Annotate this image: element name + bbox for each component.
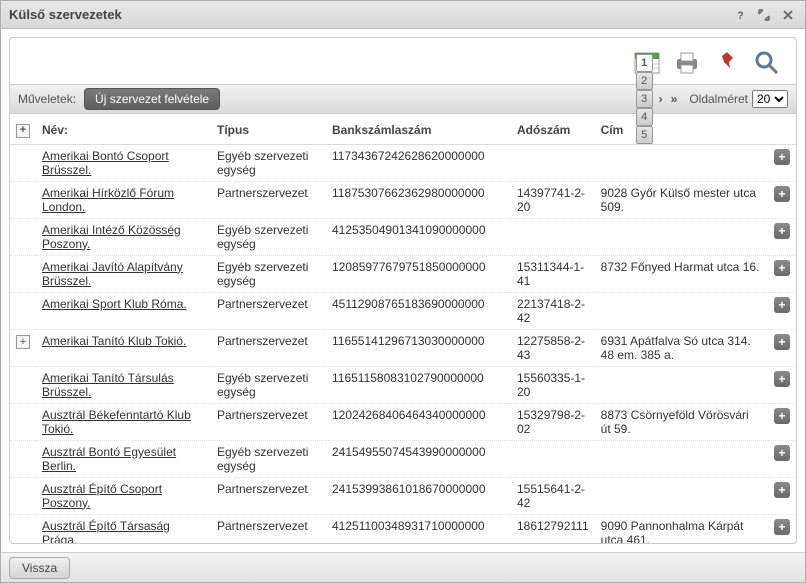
org-type: Partnerszervezet: [211, 292, 326, 329]
org-type: Partnerszervezet: [211, 181, 326, 218]
col-header-bank[interactable]: Bankszámlaszám: [326, 114, 511, 144]
row-action-add-icon[interactable]: +: [774, 297, 790, 313]
org-addr: [595, 144, 768, 181]
org-name-link[interactable]: Amerikai Javító Alapítvány Brüsszel.: [36, 255, 211, 292]
org-bank: 24154955074543990000000: [326, 440, 511, 477]
table-row: + Amerikai Tanító Klub Tokió.Partnerszerv…: [10, 329, 796, 366]
org-bank: 12024268406464340000000: [326, 403, 511, 440]
table-row: Ausztrál Bontó Egyesület Berlin.Egyéb sz…: [10, 440, 796, 477]
row-action-add-icon[interactable]: +: [774, 223, 790, 239]
org-tax: 18612792111: [511, 514, 595, 543]
table-row: Amerikai Hírközlő Fórum London.Partnersz…: [10, 181, 796, 218]
org-addr: [595, 218, 768, 255]
org-name-link[interactable]: Ausztrál Építő Társaság Prága.: [36, 514, 211, 543]
operations-label: Műveletek:: [18, 92, 76, 106]
org-bank: 11734367242628620000000: [326, 144, 511, 181]
table-row: Ausztrál Építő Csoport Poszony.Partnersz…: [10, 477, 796, 514]
row-action-add-icon[interactable]: +: [774, 408, 790, 424]
col-header-type[interactable]: Típus: [211, 114, 326, 144]
org-tax: 15560335-1-20: [511, 366, 595, 403]
pager-last-icon[interactable]: »: [669, 92, 680, 106]
pagesize-select[interactable]: 20: [752, 90, 788, 108]
org-type: Partnerszervezet: [211, 477, 326, 514]
org-tax: 15329798-2-02: [511, 403, 595, 440]
org-name-link[interactable]: Ausztrál Építő Csoport Poszony.: [36, 477, 211, 514]
pager-page-2[interactable]: 2: [636, 72, 653, 90]
pager-page-1[interactable]: 1: [636, 54, 653, 72]
row-action-add-icon[interactable]: +: [774, 149, 790, 165]
org-bank: 41253504901341090000000: [326, 218, 511, 255]
org-type: Partnerszervezet: [211, 514, 326, 543]
org-bank: 12085977679751850000000: [326, 255, 511, 292]
org-name-link[interactable]: Amerikai Tanító Klub Tokió.: [36, 329, 211, 366]
table-row: Amerikai Tanító Társulás Brüsszel.Egyéb …: [10, 366, 796, 403]
table-row: Ausztrál Békefenntartó Klub Tokió.Partne…: [10, 403, 796, 440]
org-addr: 8732 Főnyed Harmat utca 16.: [595, 255, 768, 292]
org-tax: 22137418-2-42: [511, 292, 595, 329]
pager-next-icon[interactable]: ›: [657, 92, 665, 106]
row-action-add-icon[interactable]: +: [774, 371, 790, 387]
expand-row-icon[interactable]: +: [16, 335, 30, 349]
row-action-add-icon[interactable]: +: [774, 445, 790, 461]
org-type: Egyéb szervezeti egység: [211, 218, 326, 255]
org-name-link[interactable]: Amerikai Bontó Csoport Brüsszel.: [36, 144, 211, 181]
org-type: Partnerszervezet: [211, 329, 326, 366]
org-addr: 6931 Apátfalva Só utca 314. 48 em. 385 a…: [595, 329, 768, 366]
pagesize-label: Oldalméret: [689, 92, 748, 106]
row-action-add-icon[interactable]: +: [774, 519, 790, 535]
org-name-link[interactable]: Ausztrál Békefenntartó Klub Tokió.: [36, 403, 211, 440]
table-row: Ausztrál Építő Társaság Prága.Partnersze…: [10, 514, 796, 543]
org-addr: [595, 440, 768, 477]
table-row: Amerikai Sport Klub Róma.Partnerszerveze…: [10, 292, 796, 329]
help-icon[interactable]: ?: [731, 6, 749, 24]
row-action-add-icon[interactable]: +: [774, 186, 790, 202]
org-tax: 14397741-2-20: [511, 181, 595, 218]
org-bank: 24153993861018670000000: [326, 477, 511, 514]
org-type: Egyéb szervezeti egység: [211, 255, 326, 292]
maximize-icon[interactable]: [755, 6, 773, 24]
org-type: Egyéb szervezeti egység: [211, 366, 326, 403]
table-row: Amerikai Bontó Csoport Brüsszel.Egyéb sz…: [10, 144, 796, 181]
col-header-tax[interactable]: Adószám: [511, 114, 595, 144]
org-addr: [595, 477, 768, 514]
window-title: Külső szervezetek: [9, 7, 725, 22]
expand-all-icon[interactable]: +: [16, 124, 30, 138]
org-type: Partnerszervezet: [211, 403, 326, 440]
table-row: Amerikai Javító Alapítvány Brüsszel.Egyé…: [10, 255, 796, 292]
svg-text:?: ?: [737, 10, 744, 21]
org-tax: 15311344-1-41: [511, 255, 595, 292]
org-addr: 9090 Pannonhalma Kárpát utca 461.: [595, 514, 768, 543]
col-header-addr[interactable]: Cím: [595, 114, 768, 144]
pager-page-3[interactable]: 3: [636, 90, 653, 108]
org-name-link[interactable]: Ausztrál Bontó Egyesület Berlin.: [36, 440, 211, 477]
back-button[interactable]: Vissza: [9, 557, 70, 579]
close-icon[interactable]: [779, 6, 797, 24]
org-bank: 11651158083102790000000: [326, 366, 511, 403]
org-addr: 9028 Győr Külső mester utca 509.: [595, 181, 768, 218]
row-action-add-icon[interactable]: +: [774, 334, 790, 350]
org-name-link[interactable]: Amerikai Hírközlő Fórum London.: [36, 181, 211, 218]
org-tax: [511, 144, 595, 181]
org-type: Egyéb szervezeti egység: [211, 440, 326, 477]
org-bank: 41251100348931710000000: [326, 514, 511, 543]
new-org-button[interactable]: Új szervezet felvétele: [84, 88, 220, 110]
row-action-add-icon[interactable]: +: [774, 482, 790, 498]
col-header-name[interactable]: Név:: [36, 114, 211, 144]
org-bank: 11875307662362980000000: [326, 181, 511, 218]
org-name-link[interactable]: Amerikai Tanító Társulás Brüsszel.: [36, 366, 211, 403]
org-name-link[interactable]: Amerikai Sport Klub Róma.: [36, 292, 211, 329]
org-tax: [511, 218, 595, 255]
table-row: Amerikai Intéző Közösség Poszony.Egyéb s…: [10, 218, 796, 255]
row-action-add-icon[interactable]: +: [774, 260, 790, 276]
org-type: Egyéb szervezeti egység: [211, 144, 326, 181]
org-bank: 45112908765183690000000: [326, 292, 511, 329]
org-addr: [595, 292, 768, 329]
org-tax: 15515641-2-42: [511, 477, 595, 514]
org-addr: 8873 Csörnyeföld Vörösvári út 59.: [595, 403, 768, 440]
org-tax: [511, 440, 595, 477]
org-addr: [595, 366, 768, 403]
org-tax: 12275858-2-43: [511, 329, 595, 366]
org-name-link[interactable]: Amerikai Intéző Közösség Poszony.: [36, 218, 211, 255]
org-bank: 11655141296713030000000: [326, 329, 511, 366]
